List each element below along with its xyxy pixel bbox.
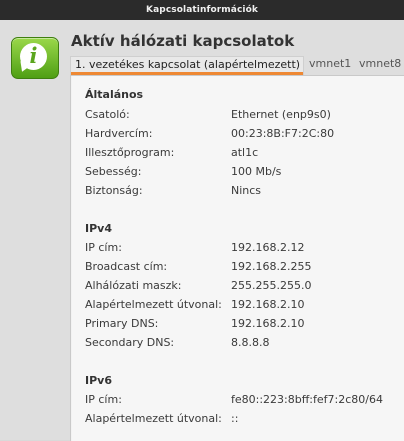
tab-label: 1. vezetékes kapcsolat (alapértelmezett) bbox=[75, 58, 301, 71]
tab-vmnet8[interactable]: vmnet8 bbox=[359, 56, 401, 75]
value-hardware-address: 00:23:8B:F7:2C:80 bbox=[231, 127, 335, 140]
value-security: Nincs bbox=[231, 184, 262, 197]
value-speed: 100 Mb/s bbox=[231, 165, 282, 178]
value-ipv6-default-route: :: bbox=[231, 412, 239, 425]
label-ipv4-address: IP cím: bbox=[85, 241, 122, 254]
value-subnet-mask: 255.255.255.0 bbox=[231, 279, 312, 292]
section-title-general: Általános bbox=[85, 88, 144, 101]
value-secondary-dns: 8.8.8.8 bbox=[231, 336, 270, 349]
connection-details-panel: Általános Csatoló: Ethernet (enp9s0) Har… bbox=[70, 75, 404, 441]
value-default-route: 192.168.2.10 bbox=[231, 298, 305, 311]
label-hardware-address: Hardvercím: bbox=[85, 127, 153, 140]
value-interface: Ethernet (enp9s0) bbox=[231, 108, 331, 121]
page-title: Aktív hálózati kapcsolatok bbox=[71, 32, 295, 50]
label-default-route: Alapértelmezett útvonal: bbox=[85, 298, 222, 311]
connection-tabs: 1. vezetékes kapcsolat (alapértelmezett)… bbox=[70, 56, 404, 75]
tab-label: vmnet1 bbox=[309, 57, 352, 70]
label-security: Biztonság: bbox=[85, 184, 143, 197]
label-ipv6-address: IP cím: bbox=[85, 393, 122, 406]
section-title-ipv6: IPv6 bbox=[85, 374, 112, 387]
label-subnet-mask: Alhálózati maszk: bbox=[85, 279, 182, 292]
value-driver: atl1c bbox=[231, 146, 259, 159]
value-ipv6-address: fe80::223:8bff:fef7:2c80/64 bbox=[231, 393, 383, 406]
value-ipv4-address: 192.168.2.12 bbox=[231, 241, 305, 254]
label-secondary-dns: Secondary DNS: bbox=[85, 336, 175, 349]
label-broadcast-address: Broadcast cím: bbox=[85, 260, 168, 273]
window-title: Kapcsolatinformációk bbox=[146, 5, 258, 15]
label-ipv6-default-route: Alapértelmezett útvonal: bbox=[85, 412, 222, 425]
window-titlebar[interactable]: Kapcsolatinformációk bbox=[0, 0, 404, 20]
value-broadcast-address: 192.168.2.255 bbox=[231, 260, 312, 273]
label-interface: Csatoló: bbox=[85, 108, 130, 121]
label-primary-dns: Primary DNS: bbox=[85, 317, 159, 330]
tab-vmnet1[interactable]: vmnet1 bbox=[309, 56, 351, 75]
section-title-ipv4: IPv4 bbox=[85, 222, 112, 235]
tab-label: vmnet8 bbox=[359, 57, 402, 70]
value-primary-dns: 192.168.2.10 bbox=[231, 317, 305, 330]
tab-wired-connection-1[interactable]: 1. vezetékes kapcsolat (alapértelmezett) bbox=[70, 56, 304, 75]
info-icon: i bbox=[11, 37, 59, 79]
label-speed: Sebesség: bbox=[85, 165, 142, 178]
label-driver: Illesztőprogram: bbox=[85, 146, 175, 159]
